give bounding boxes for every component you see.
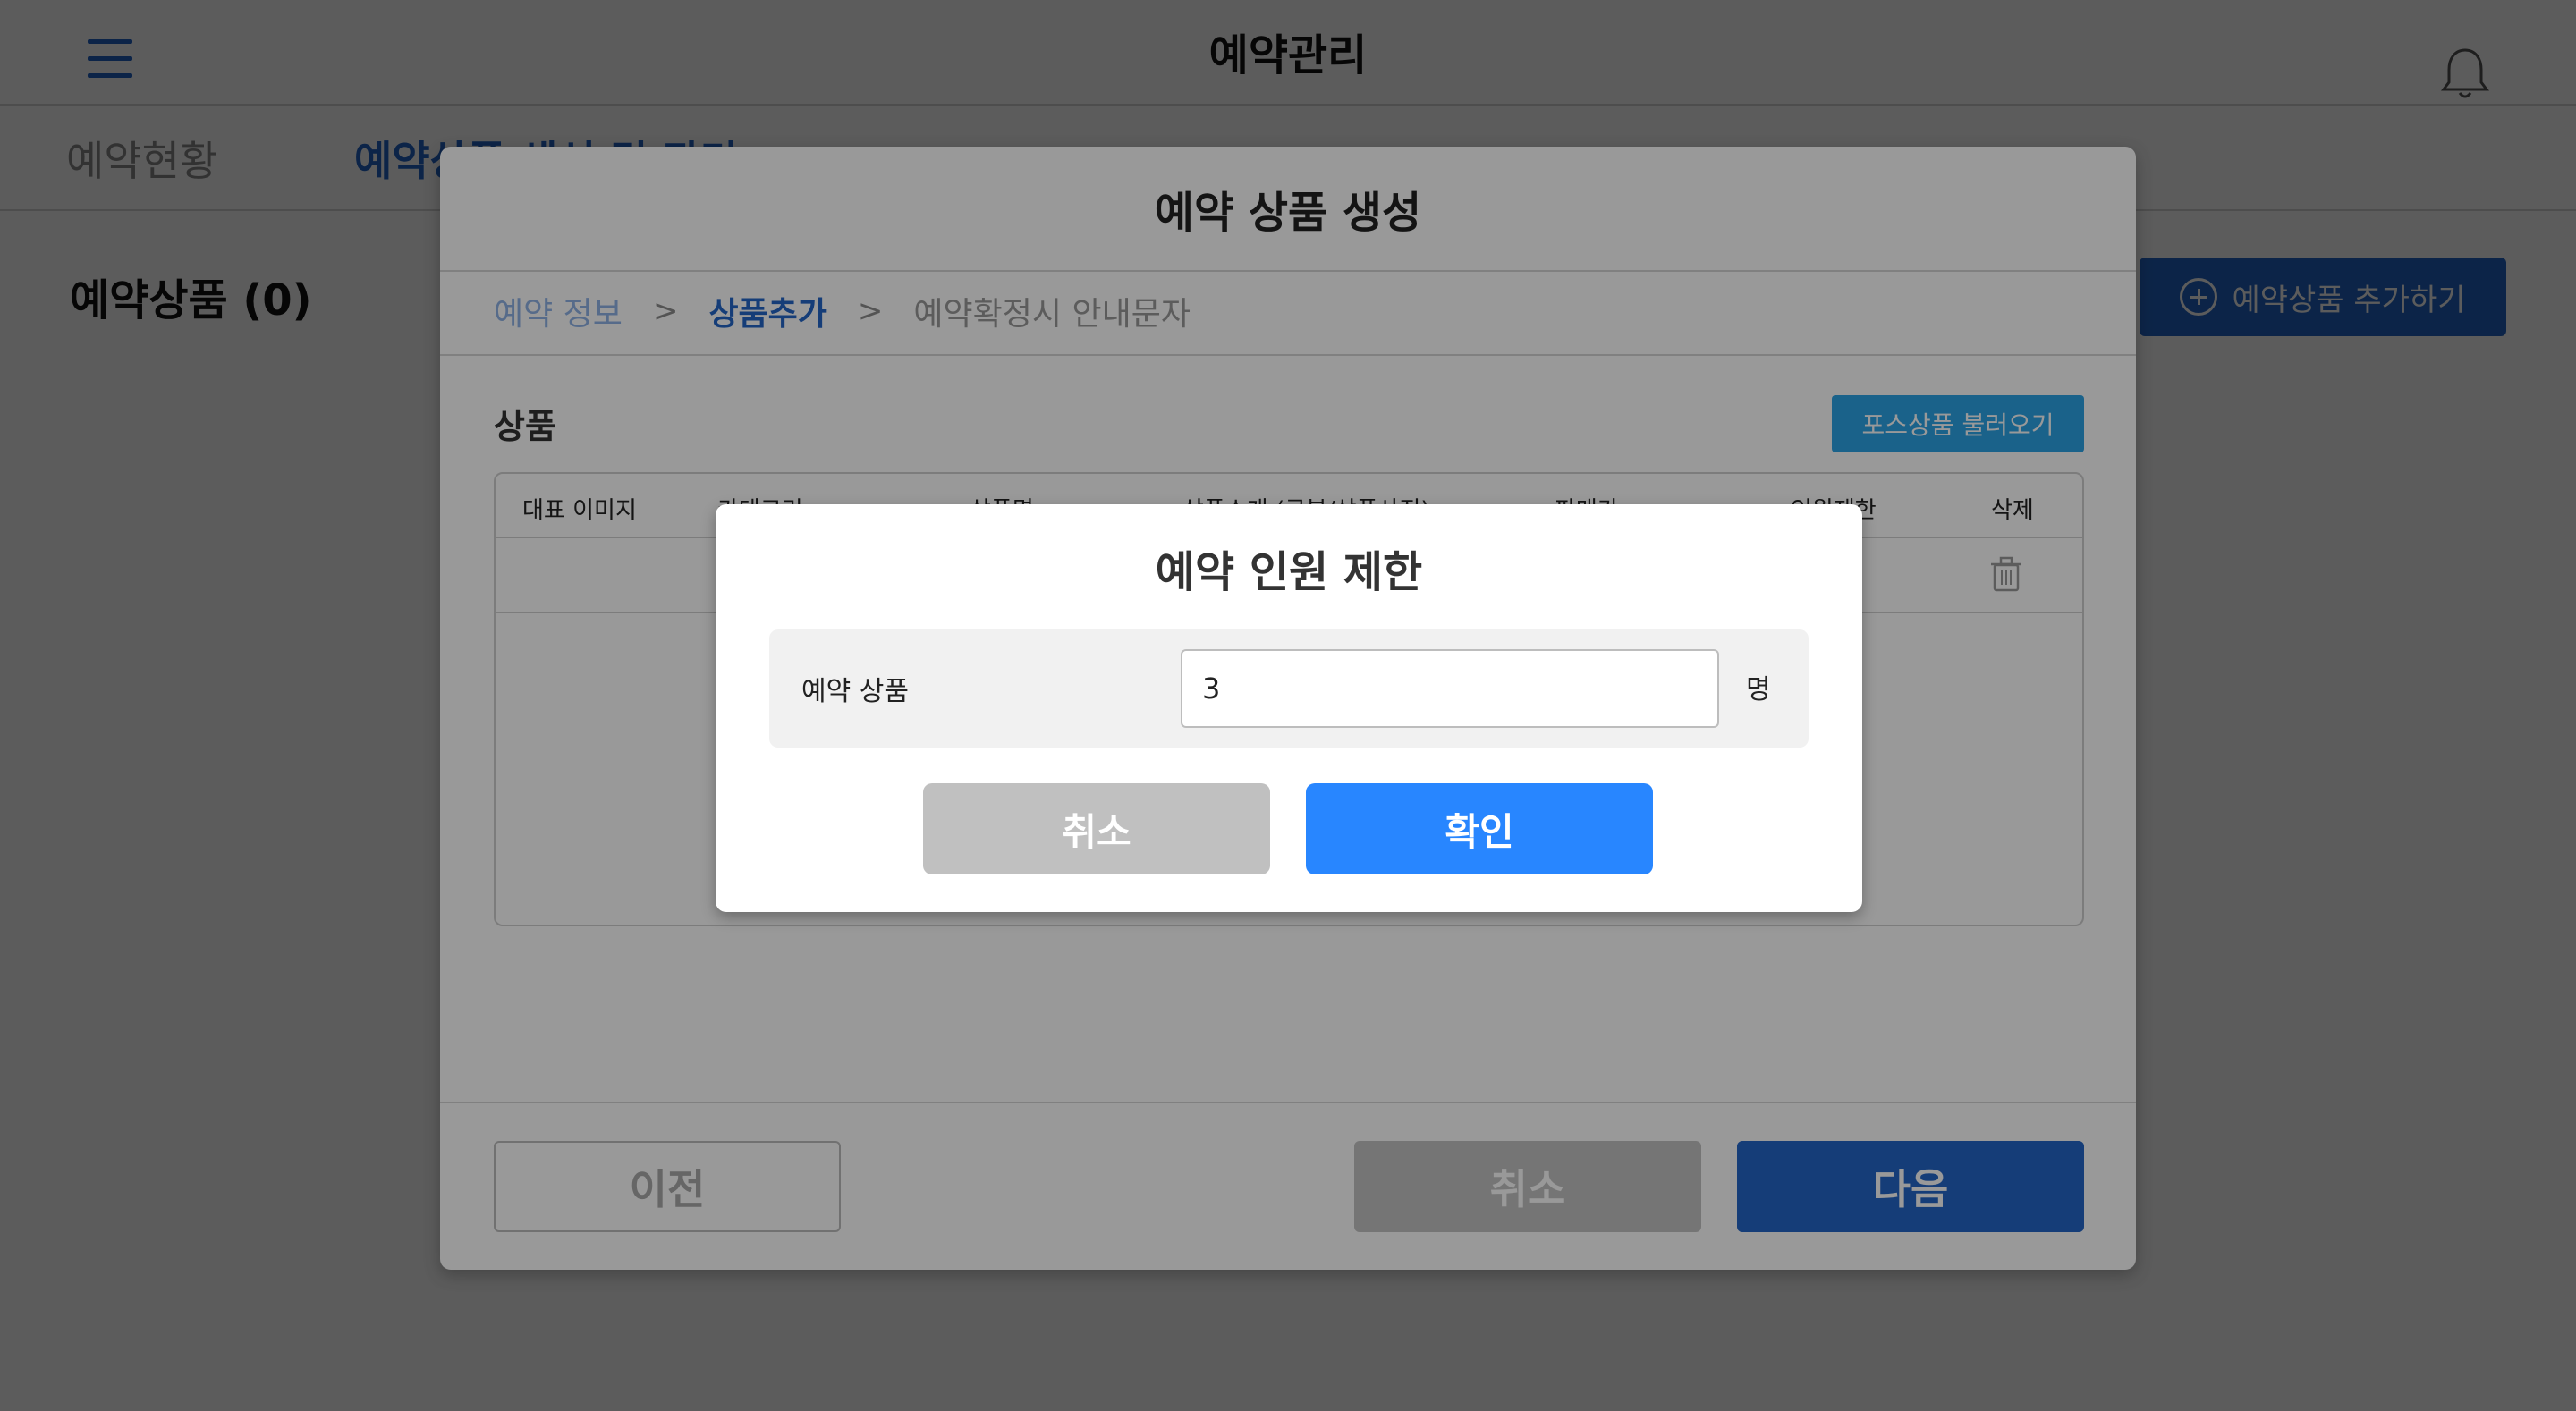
dialog-title: 예약 인원 제한 bbox=[1155, 547, 1423, 597]
headcount-input[interactable] bbox=[1181, 649, 1719, 728]
unit-label: 명 bbox=[1746, 674, 1771, 706]
dialog-confirm-button[interactable]: 확인 bbox=[1306, 783, 1653, 874]
headcount-limit-dialog: 예약 인원 제한 예약 상품 명 취소 확인 bbox=[716, 504, 1862, 912]
field-label: 예약 상품 bbox=[801, 676, 909, 707]
dialog-cancel-button[interactable]: 취소 bbox=[923, 783, 1270, 874]
headcount-field-group: 예약 상품 명 bbox=[769, 629, 1809, 748]
